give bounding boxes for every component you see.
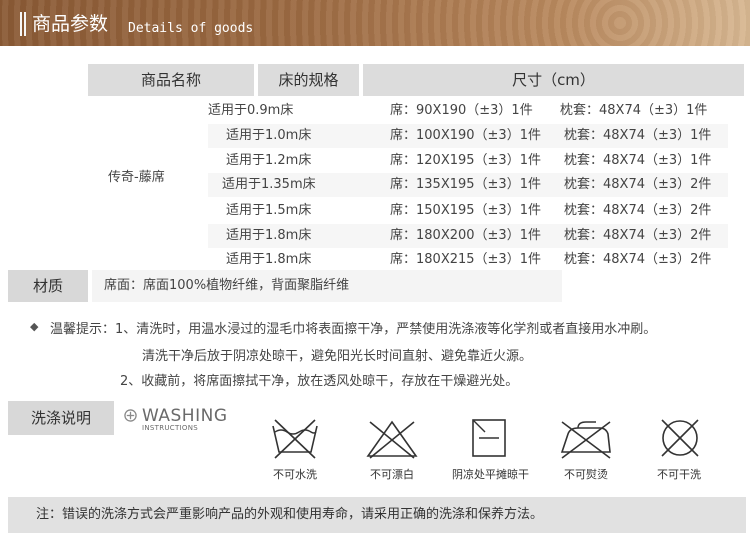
page-title: 商品参数: [32, 13, 109, 35]
header-banner: 商品参数 Details of goods: [0, 0, 750, 46]
washing-subtitle: INSTRUCTIONS: [142, 424, 199, 432]
care-tip-line-1: 温馨提示：1、清洗时，用温水浸过的湿毛巾将表面擦干净，严禁使用洗涤液等化学剂或者…: [50, 322, 657, 337]
washing-logo-icon: [124, 409, 137, 422]
banner-bar-left: [20, 12, 22, 36]
no-bleach-label: 不可漂白: [370, 468, 414, 481]
table-row: 适用于1.5m床 席：150X195（±3）1件 枕套：48X74（±3）2件: [208, 199, 728, 223]
mat-size: 席：180X200（±3）1件: [390, 228, 541, 243]
column-header-size: 尺寸（cm）: [363, 64, 744, 96]
column-header-product: 商品名称: [88, 64, 254, 96]
washing-note: 注：错误的洗涤方式会严重影响产品的外观和使用寿命，请采用正确的洗涤和保养方法。: [8, 497, 746, 533]
product-name: 传奇-藤席: [108, 170, 165, 185]
page-subtitle: Details of goods: [128, 21, 254, 36]
banner-bar-right: [24, 12, 26, 36]
table-row: 适用于1.8m床 席：180X215（±3）1件 枕套：48X74（±3）2件: [208, 248, 728, 272]
no-iron-label: 不可熨烫: [564, 468, 608, 481]
dry-flat-in-shade-label: 阴凉处平摊晾干: [452, 468, 529, 481]
diamond-bullet-icon: ◆: [30, 320, 39, 333]
table-row: 适用于0.9m床 席：90X190（±3）1件 枕套：48X74（±3）1件: [208, 99, 728, 123]
pillow-size: 枕套：48X74（±3）2件: [564, 252, 712, 267]
pillow-size: 枕套：48X74（±3）1件: [564, 128, 712, 143]
bed-size: 适用于1.35m床: [222, 177, 316, 192]
washing-title: WASHING: [142, 406, 228, 426]
no-iron-icon: [560, 421, 611, 459]
table-row: 适用于1.2m床 席：120X195（±3）1件 枕套：48X74（±3）1件: [208, 149, 728, 173]
pillow-size: 枕套：48X74（±3）2件: [564, 203, 712, 218]
material-value: 席面：席面100%植物纤维，背面聚脂纤维: [92, 270, 562, 302]
table-row: 适用于1.35m床 席：135X195（±3）1件 枕套：48X74（±3）2件: [208, 173, 728, 197]
mat-size: 席：90X190（±3）1件: [390, 103, 533, 118]
care-tip-line-3: 2、收藏前，将席面擦拭干净，放在透风处晾干，存放在干燥避光处。: [120, 374, 519, 389]
table-row: 适用于1.0m床 席：100X190（±3）1件 枕套：48X74（±3）1件: [208, 124, 728, 148]
table-row: 适用于1.8m床 席：180X200（±3）1件 枕套：48X74（±3）2件: [208, 224, 728, 248]
washing-label: 洗涤说明: [8, 401, 114, 435]
pillow-size: 枕套：48X74（±3）2件: [564, 228, 712, 243]
material-label: 材质: [8, 270, 88, 302]
mat-size: 席：120X195（±3）1件: [390, 153, 541, 168]
no-bleach-icon: [366, 420, 418, 459]
pillow-size: 枕套：48X74（±3）2件: [564, 177, 712, 192]
mat-size: 席：135X195（±3）1件: [390, 177, 541, 192]
bed-size: 适用于1.2m床: [226, 153, 312, 168]
no-wash-label: 不可水洗: [273, 468, 317, 481]
bed-size: 适用于1.8m床: [226, 228, 312, 243]
bed-size: 适用于1.8m床: [226, 252, 312, 267]
bed-size: 适用于0.9m床: [208, 103, 294, 118]
pillow-size: 枕套：48X74（±3）1件: [564, 153, 712, 168]
column-header-bed: 床的规格: [258, 64, 359, 96]
care-tip-line-2: 清洗干净后放于阴凉处晾干，避免阳光长时间直射、避免靠近火源。: [142, 349, 533, 364]
bed-size: 适用于1.5m床: [226, 203, 312, 218]
mat-size: 席：100X190（±3）1件: [390, 128, 541, 143]
dry-flat-in-shade-icon: [472, 419, 506, 457]
pillow-size: 枕套：48X74（±3）1件: [560, 103, 708, 118]
product-thumbnail: [100, 104, 172, 160]
bed-size: 适用于1.0m床: [226, 128, 312, 143]
no-wash-icon: [272, 419, 318, 459]
mat-size: 席：180X215（±3）1件: [390, 252, 541, 267]
mat-size: 席：150X195（±3）1件: [390, 203, 541, 218]
no-dry-clean-label: 不可干洗: [657, 468, 701, 481]
no-dry-clean-icon: [661, 419, 699, 457]
